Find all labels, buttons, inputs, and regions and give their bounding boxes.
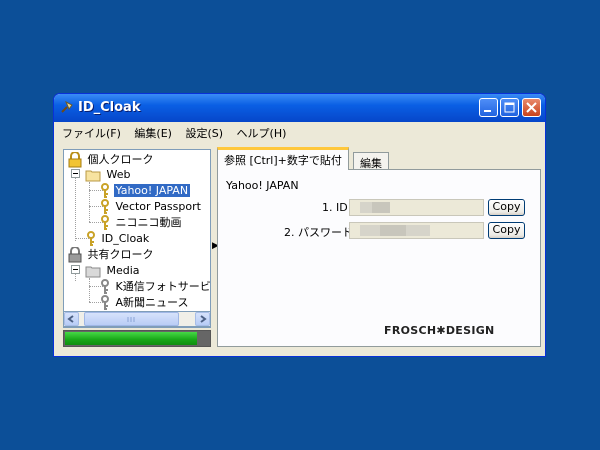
tree-label: Yahoo! JAPAN	[113, 184, 191, 197]
entry-heading: Yahoo! JAPAN	[226, 179, 299, 192]
id-field	[349, 199, 484, 216]
key-icon	[87, 231, 95, 246]
scroll-right-button[interactable]	[195, 312, 210, 326]
progress-fill	[65, 332, 197, 345]
tree-label: 共有クローク	[87, 248, 154, 261]
close-icon	[526, 102, 537, 113]
tree-label: Media	[106, 264, 140, 277]
tree-node-personal[interactable]: 個人クローク	[68, 151, 156, 168]
menu-edit[interactable]: 編集(E)	[129, 122, 177, 141]
arrow-right-icon	[200, 315, 207, 323]
tree-label: Vector Passport	[115, 200, 201, 213]
close-button[interactable]	[522, 98, 541, 117]
lock-icon	[68, 246, 82, 263]
key-icon	[101, 183, 109, 198]
tree-node-yahoo[interactable]: Yahoo! JAPAN	[100, 183, 191, 199]
menu-bar: ファイル(F) 編集(E) 設定(S) ヘルプ(H)	[57, 122, 542, 142]
tree-node-vector[interactable]: Vector Passport	[100, 199, 203, 215]
key-icon	[101, 215, 109, 230]
tab-reference[interactable]: 参照 [Ctrl]+数字で貼付	[217, 147, 349, 170]
tree-node-a[interactable]: A新聞ニュース	[100, 295, 190, 311]
tree-node-idcloak[interactable]: ID_Cloak	[86, 231, 151, 247]
tree-node-web[interactable]: Web	[85, 167, 132, 183]
tree-label: A新聞ニュース	[115, 296, 189, 309]
maximize-button[interactable]	[500, 98, 519, 117]
menu-settings[interactable]: 設定(S)	[180, 122, 228, 141]
key-icon	[101, 199, 109, 214]
tree-label: 個人クローク	[87, 153, 154, 166]
progress-bar	[63, 330, 211, 347]
folder-icon	[85, 266, 101, 278]
desktop: { "window": { "title": "ID_Cloak", "icon…	[0, 0, 600, 450]
maximize-icon	[504, 102, 515, 113]
tree-node-shared[interactable]: 共有クローク	[68, 246, 156, 263]
tree-label: K通信フォトサービ	[115, 280, 211, 293]
title-bar[interactable]: ID_Cloak	[54, 94, 545, 122]
menu-file[interactable]: ファイル(F)	[57, 122, 126, 141]
tree-label: ニコニコ動画	[115, 216, 182, 229]
cloak-tree[interactable]: 個人クローク Web Yahoo! JAPAN Vector Passport …	[63, 149, 211, 328]
folder-icon	[85, 170, 101, 182]
key-icon	[101, 279, 109, 294]
password-label: 2. パスワード	[284, 226, 353, 239]
minimize-icon	[484, 110, 491, 112]
tree-horizontal-scrollbar[interactable]	[63, 311, 211, 327]
tree-node-media[interactable]: Media	[85, 263, 142, 279]
scroll-thumb[interactable]	[84, 312, 179, 326]
password-field	[349, 222, 484, 239]
copy-password-button[interactable]: Copy	[488, 222, 525, 239]
tree-label: Web	[106, 168, 131, 181]
id-label: 1. ID	[322, 201, 348, 214]
brand-logo: FROSCH✱DESIGN	[384, 324, 495, 337]
minimize-button[interactable]	[479, 98, 498, 117]
key-icon	[101, 295, 109, 310]
scroll-left-button[interactable]	[64, 312, 79, 326]
copy-id-button[interactable]: Copy	[488, 199, 525, 216]
arrow-left-icon	[67, 315, 74, 323]
window-title: ID_Cloak	[78, 100, 141, 115]
tree-label: ID_Cloak	[101, 232, 150, 245]
grip-icon	[127, 317, 135, 322]
tab-edit[interactable]: 編集	[353, 152, 389, 170]
menu-help[interactable]: ヘルプ(H)	[232, 122, 292, 141]
tree-node-k[interactable]: K通信フォトサービ	[100, 279, 211, 295]
tool-icon	[61, 100, 73, 113]
collapse-toggle[interactable]	[71, 265, 80, 274]
tree-node-nico[interactable]: ニコニコ動画	[100, 215, 184, 231]
reference-panel: Yahoo! JAPAN 1. ID Copy 2. パスワード Copy	[217, 169, 541, 347]
collapse-toggle[interactable]	[71, 169, 80, 178]
lock-icon	[68, 151, 82, 168]
app-window: ID_Cloak ファイル(F) 編集(E) 設定(S) ヘルプ(H) 個人クロ…	[53, 93, 546, 357]
